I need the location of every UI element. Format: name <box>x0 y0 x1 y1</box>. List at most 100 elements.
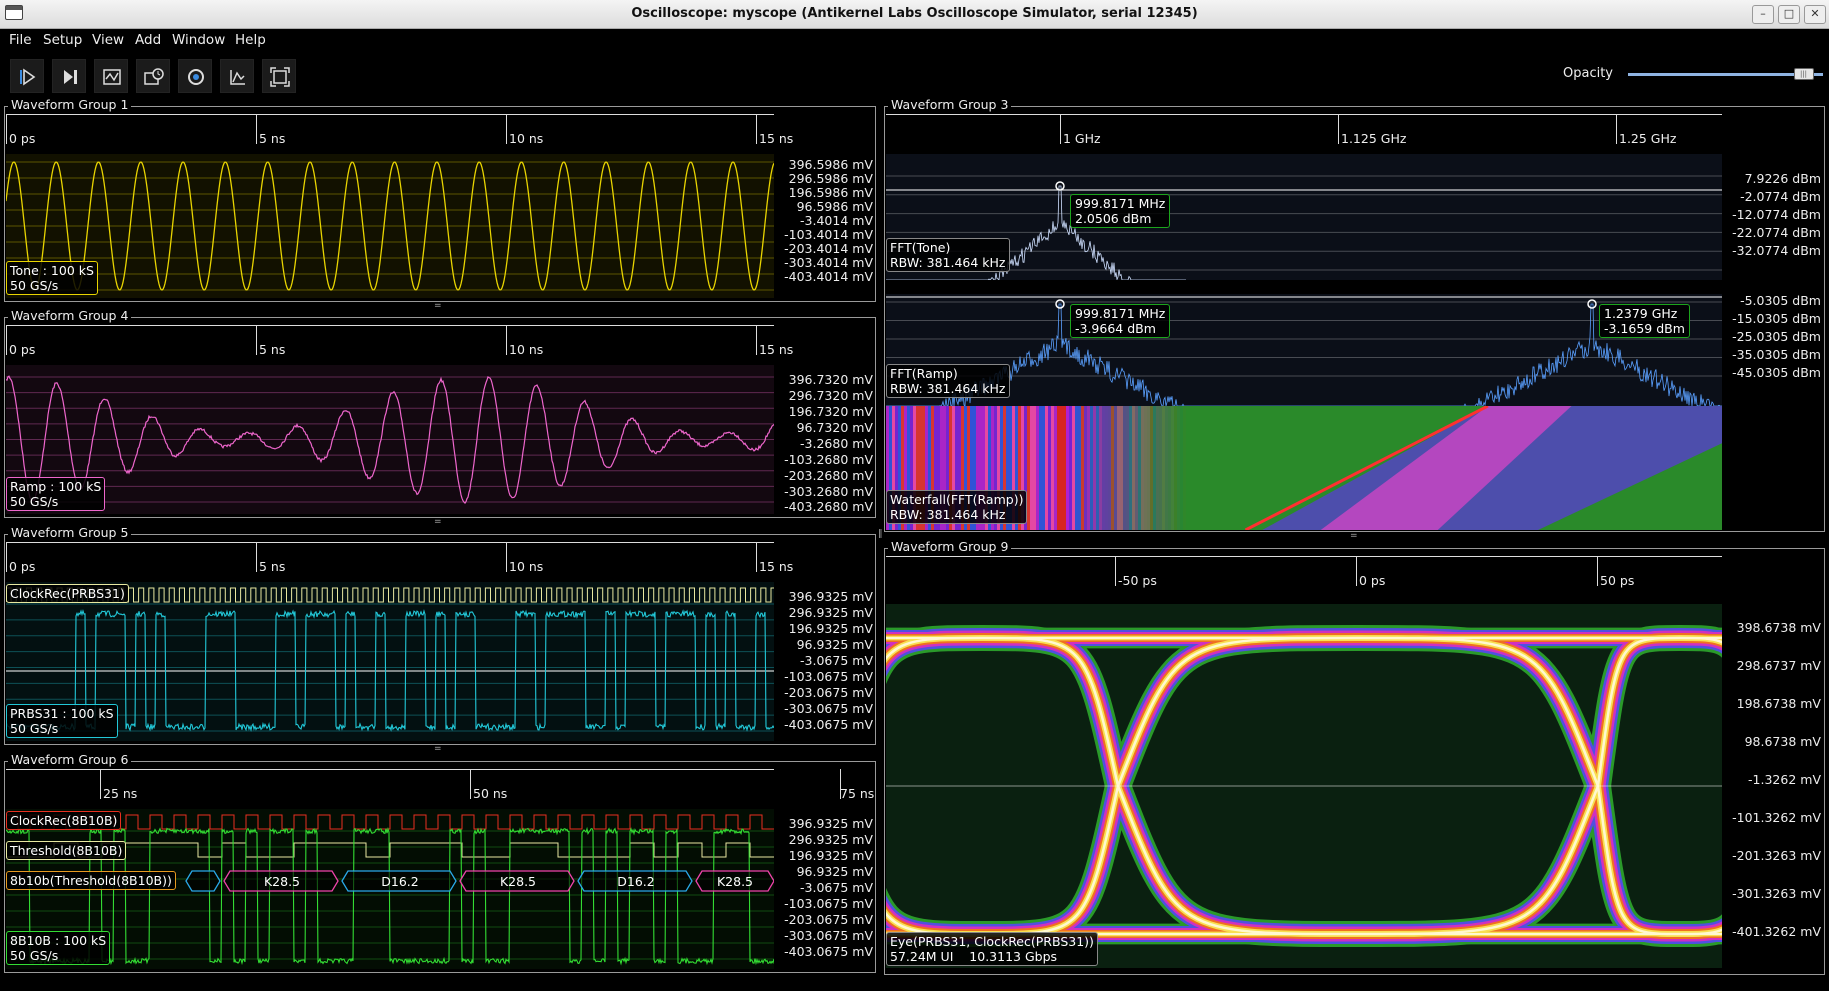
refresh-button[interactable] <box>178 59 212 93</box>
waterfall-column <box>1084 406 1087 530</box>
channel-label-8b10b[interactable]: 8B10B : 100 kS 50 GS/s <box>6 931 111 965</box>
timeline[interactable]: -50 ps 0 ps 50 ps <box>886 556 1722 592</box>
y-label: 196.9325 mV <box>788 848 873 863</box>
fft-ramp-label[interactable]: FFT(Ramp) RBW: 381.464 kHz <box>886 364 1010 398</box>
waterfall-column <box>1129 406 1132 530</box>
prbs31-waveform-plot[interactable] <box>6 582 774 741</box>
channel-name: Ramp : 100 kS <box>10 479 102 494</box>
timeline[interactable]: 0 ps 5 ns 10 ns 15 ns <box>6 542 793 578</box>
sample-rate: 50 GS/s <box>10 278 59 293</box>
waterfall-column <box>1066 406 1069 530</box>
channel-name: Tone : 100 kS <box>10 263 94 278</box>
channel-label-ramp[interactable]: Ramp : 100 kS 50 GS/s <box>6 477 106 511</box>
time-label: 25 ns <box>103 786 138 801</box>
y-axis[interactable]: 396.7320 mV 296.7320 mV 196.7320 mV 96.7… <box>774 365 873 514</box>
waterfall-column <box>1177 406 1180 530</box>
y-axis[interactable]: -5.0305 dBm -15.0305 dBm -25.0305 dBm -3… <box>1722 294 1821 406</box>
y-label: -203.2680 mV <box>784 468 873 483</box>
menu-add[interactable]: Add <box>135 32 161 48</box>
waveform-group-1: Waveform Group 1 0 ps 5 ns 10 ns 15 ns 3… <box>4 98 876 302</box>
tone-waveform-plot[interactable] <box>6 154 774 298</box>
timeline[interactable]: 25 ns 50 ns 75 ns <box>6 769 874 805</box>
y-label: -303.0675 mV <box>784 928 873 943</box>
fft-tone-plot[interactable] <box>886 154 1722 280</box>
y-label: -103.2680 mV <box>784 452 873 467</box>
stop-button[interactable] <box>94 59 128 93</box>
y-label: -403.4014 mV <box>784 269 873 284</box>
menu-window[interactable]: Window <box>172 32 225 48</box>
start-button[interactable] <box>10 59 44 93</box>
y-label: -201.3263 mV <box>1732 848 1821 863</box>
eye-diagram-plot[interactable] <box>886 604 1722 968</box>
single-trigger-button[interactable] <box>52 59 86 93</box>
fft-tone-label[interactable]: FFT(Tone) RBW: 381.464 kHz <box>886 238 1010 272</box>
eye-label[interactable]: Eye(PRBS31, ClockRec(PRBS31)) 57.24M UI … <box>886 932 1098 966</box>
splitter-handle[interactable]: = <box>434 518 442 527</box>
opacity-slider-handle[interactable]: ||| <box>1793 68 1814 80</box>
group-title: Waveform Group 6 <box>8 753 132 767</box>
y-label: 396.9325 mV <box>788 816 873 831</box>
maximize-button[interactable]: □ <box>1778 5 1800 24</box>
ramp-waveform-plot[interactable] <box>6 365 774 514</box>
waterfall-column <box>1183 406 1186 530</box>
decoded-symbol[interactable]: D16.2 <box>578 872 694 892</box>
decoded-symbol[interactable]: D16.2 <box>342 872 458 892</box>
waterfall-column <box>1180 406 1183 530</box>
menu-setup[interactable]: Setup <box>43 32 82 48</box>
y-label: -403.0675 mV <box>784 944 873 959</box>
minimize-button[interactable]: – <box>1752 5 1774 24</box>
group-title: Waveform Group 1 <box>8 98 132 112</box>
close-button[interactable]: ✕ <box>1804 5 1826 24</box>
y-axis[interactable]: 396.9325 mV 296.9325 mV 196.9325 mV 96.9… <box>774 582 873 741</box>
fft-ramp-plot[interactable] <box>886 294 1722 406</box>
waterfall-column <box>1138 406 1141 530</box>
timeline[interactable]: 0 ps 5 ns 10 ns 15 ns <box>6 325 793 361</box>
frequency-label: 1 GHz <box>1063 131 1101 146</box>
waterfall-column <box>1081 406 1084 530</box>
y-axis[interactable]: 396.9325 mV 296.9325 mV 196.9325 mV 96.9… <box>774 809 873 969</box>
decoded-symbol[interactable]: K28.5 <box>696 872 774 892</box>
decode-8b10b-label[interactable]: 8b10b(Threshold(8B10B)) <box>6 871 176 890</box>
waterfall-column <box>1036 406 1039 530</box>
y-axis[interactable]: 398.6738 mV 298.6737 mV 198.6738 mV 98.6… <box>1722 604 1821 968</box>
waterfall-column <box>1096 406 1099 530</box>
waterfall-column <box>1132 406 1135 530</box>
y-label: -3.0675 mV <box>800 880 873 895</box>
frequency-label: 1.125 GHz <box>1341 131 1407 146</box>
channel-label-tone[interactable]: Tone : 100 kS 50 GS/s <box>6 261 98 295</box>
fft-ramp-peak-marker-1[interactable]: 999.8171 MHz -3.9664 dBm <box>1070 304 1171 338</box>
vertical-splitter-handle[interactable]: ‖ <box>878 530 883 539</box>
fft-tone-peak-marker[interactable]: 999.8171 MHz 2.0506 dBm <box>1070 194 1171 228</box>
eye-name: Eye(PRBS31, ClockRec(PRBS31)) <box>890 934 1094 949</box>
menu-view[interactable]: View <box>92 32 124 48</box>
decoded-symbol[interactable]: K28.5 <box>460 872 576 892</box>
time-label: 0 ps <box>9 559 36 574</box>
y-label: -3.4014 mV <box>800 213 873 228</box>
autofit-button[interactable] <box>220 59 254 93</box>
waterfall-column <box>1048 406 1051 530</box>
y-axis[interactable]: 7.9226 dBm -2.0774 dBm -12.0774 dBm -22.… <box>1722 154 1821 280</box>
splitter-handle[interactable]: = <box>434 745 442 754</box>
splitter-handle[interactable]: = <box>1350 532 1358 541</box>
timeline[interactable]: 0 ps 5 ns 10 ns 15 ns <box>6 114 793 150</box>
time-label: 75 ns <box>840 786 875 801</box>
waterfall-name: Waterfall(FFT(Ramp)) <box>890 492 1024 507</box>
marker-level: -3.1659 dBm <box>1604 321 1685 336</box>
frequency-axis[interactable]: 1 GHz 1.125 GHz 1.25 GHz <box>886 114 1722 150</box>
fullscreen-button[interactable] <box>262 59 296 93</box>
clockrec-prbs31-label[interactable]: ClockRec(PRBS31) <box>6 584 129 603</box>
window-titlebar: Oscilloscope: myscope (Antikernel Labs O… <box>0 0 1829 29</box>
y-axis[interactable]: 396.5986 mV 296.5986 mV 196.5986 mV 96.5… <box>774 154 873 298</box>
decoded-symbol[interactable]: K28.5 <box>224 872 340 892</box>
channel-label-prbs31[interactable]: PRBS31 : 100 kS 50 GS/s <box>6 704 118 738</box>
history-button[interactable] <box>136 59 170 93</box>
y-label: 96.7320 mV <box>796 420 873 435</box>
waterfall-label[interactable]: Waterfall(FFT(Ramp)) RBW: 381.464 kHz <box>886 490 1028 524</box>
waterfall-column <box>1117 406 1120 530</box>
clockrec-8b10b-label[interactable]: ClockRec(8B10B) <box>6 811 122 830</box>
menu-help[interactable]: Help <box>235 32 266 48</box>
fft-ramp-peak-marker-2[interactable]: 1.2379 GHz -3.1659 dBm <box>1599 304 1690 338</box>
menu-file[interactable]: File <box>9 32 32 48</box>
threshold-8b10b-label[interactable]: Threshold(8B10B) <box>6 841 127 860</box>
y-label: 296.9325 mV <box>788 605 873 620</box>
